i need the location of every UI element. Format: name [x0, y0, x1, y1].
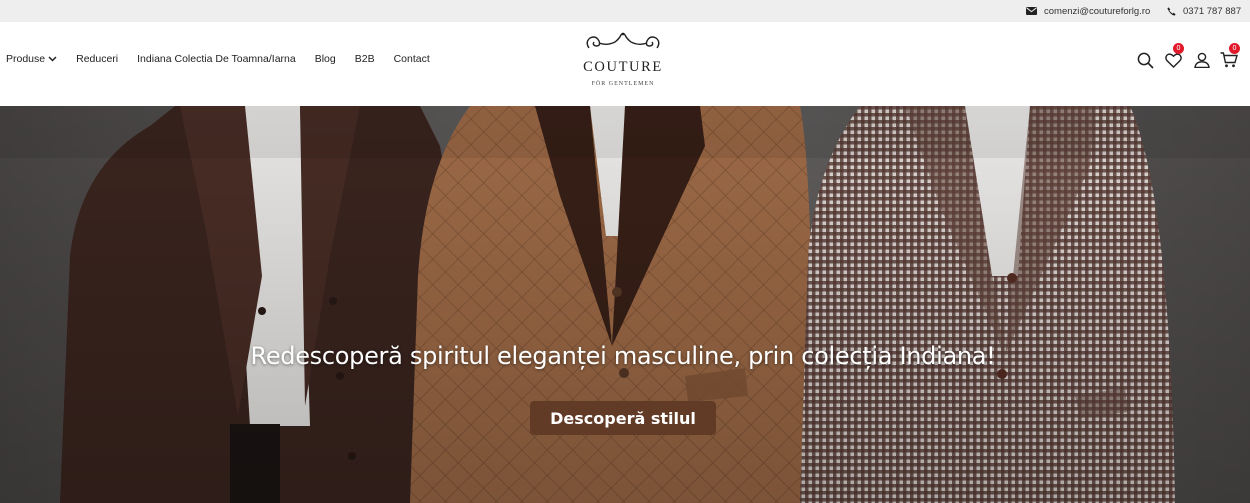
hero-banner: Redescoperă spiritul eleganței masculine… [0, 106, 1250, 503]
logo-ornament [586, 32, 660, 49]
cart-button[interactable]: 0 [1218, 43, 1240, 71]
nav-item-reduceri[interactable]: Reduceri [76, 53, 118, 65]
site-header: Produse Reduceri Indiana Colectia De Toa… [0, 22, 1250, 106]
cart-count-badge: 0 [1229, 43, 1240, 54]
main-nav: Produse Reduceri Indiana Colectia De Toa… [6, 53, 449, 65]
chevron-down-icon [48, 56, 57, 62]
search-icon [1137, 52, 1154, 69]
contact-phone[interactable]: 0371 787 887 [1167, 0, 1241, 22]
cart-icon [1220, 52, 1238, 68]
hero-title: Redescoperă spiritul eleganței masculine… [250, 342, 996, 370]
hero-image [0, 106, 1250, 503]
logo-wordmark: COUTURE [583, 59, 663, 75]
heart-icon [1164, 52, 1182, 68]
phone-icon [1167, 6, 1176, 16]
nav-item-b2b[interactable]: B2B [355, 53, 375, 65]
wishlist-button[interactable]: 0 [1162, 43, 1184, 71]
envelope-icon [1026, 7, 1037, 15]
phone-text: 0371 787 887 [1183, 5, 1242, 17]
nav-item-blog[interactable]: Blog [315, 53, 336, 65]
contact-email[interactable]: comenzi@coutureforlg.ro [1026, 0, 1150, 22]
nav-item-contact[interactable]: Contact [394, 53, 430, 65]
nav-item-indiana[interactable]: Indiana Colectia De Toamna/Iarna [137, 53, 296, 65]
wishlist-count-badge: 0 [1173, 43, 1184, 54]
search-button[interactable] [1134, 49, 1156, 71]
nav-item-produse[interactable]: Produse [6, 53, 57, 65]
email-text: comenzi@coutureforlg.ro [1044, 5, 1151, 17]
logo-tagline: FÖR GENTLEMEN [591, 81, 655, 87]
top-bar: comenzi@coutureforlg.ro 0371 787 887 [0, 0, 1250, 22]
user-icon [1194, 52, 1210, 68]
site-logo[interactable]: COUTURE FÖR GENTLEMEN [583, 30, 663, 92]
discover-style-button[interactable]: Descoperă stilul [530, 401, 716, 435]
account-button[interactable] [1191, 49, 1213, 71]
